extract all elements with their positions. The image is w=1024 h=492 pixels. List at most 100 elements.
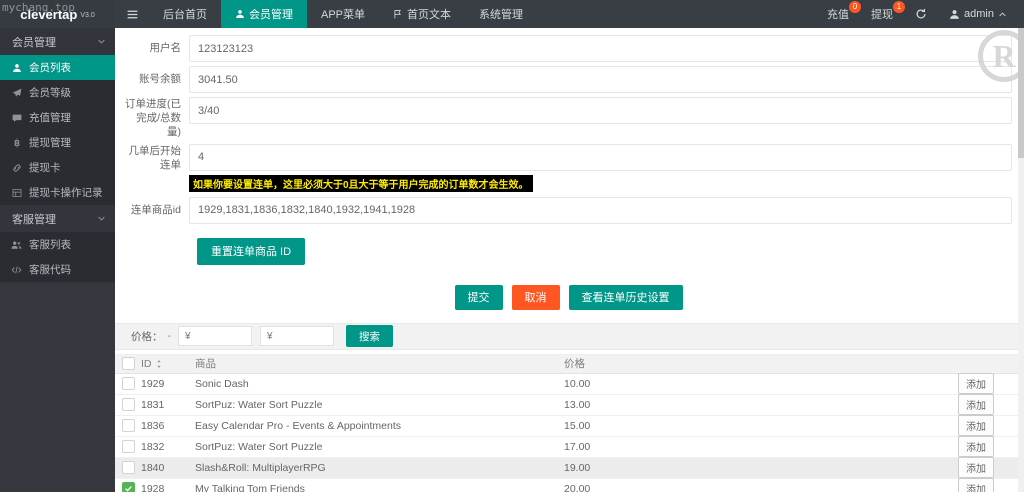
user-edit-form: 用户名账号余额订单进度(已完成/总数量)几单后开始连单如果你要设置连单，这里必须… [115,28,1018,310]
nav-item-label: APP菜单 [321,6,365,22]
comment-icon [10,113,23,123]
nav-item-label: 会员管理 [249,6,293,22]
field-warning-note: 如果你要设置连单，这里必须大于0且大于等于用户完成的订单数才会生效。 [189,175,533,192]
product-id-cell: 1840 [141,462,195,474]
product-id-cell: 1831 [141,399,195,411]
form-action-button[interactable]: 查看连单历史设置 [569,285,683,310]
nav-item[interactable]: 会员管理 [221,0,307,28]
sidebar-section-label: 会员管理 [12,34,56,50]
field-input[interactable] [189,66,1012,93]
field-input[interactable] [189,35,1012,62]
price-max-input[interactable] [260,326,334,346]
chevron-down-icon [97,37,106,46]
price-filter-bar: 价格： - 搜索 [115,323,1018,350]
sidebar-item[interactable]: 提现卡操作记录 [0,180,115,205]
field-label: 账号余额 [125,66,189,93]
product-id-cell: 1929 [141,378,195,390]
product-price-cell: 15.00 [564,420,926,432]
table-row: 1929Sonic Dash10.00添加 [115,374,1018,395]
row-checkbox[interactable] [122,377,135,390]
reset-chain-products-button[interactable]: 重置连单商品 ID [197,238,305,265]
row-checkbox[interactable] [122,461,135,474]
header-checkbox-cell [115,357,141,370]
product-name-cell: Slash&Roll: MultiplayerRPG [195,462,564,474]
sidebar-item-label: 会员等级 [29,85,71,100]
table-body: 1929Sonic Dash10.00添加 1831 SortPuz: Water … [115,374,1018,492]
add-button[interactable]: 添加 [958,478,994,492]
field-input[interactable] [189,197,1012,224]
add-button[interactable]: 添加 [958,415,994,436]
scrollbar-thumb[interactable] [1018,28,1024,158]
baht-icon: B [10,138,23,148]
menu-toggle-icon[interactable] [115,0,149,28]
field-label: 几单后开始连单 [125,144,189,172]
add-button[interactable]: 添加 [958,373,994,394]
refresh-button[interactable] [904,0,938,28]
sidebar-item[interactable]: 充值管理 [0,105,115,130]
sidebar-item-label: 提现管理 [29,135,71,150]
row-checkbox[interactable] [122,440,135,453]
send-icon [10,88,23,98]
field-input[interactable] [189,97,1012,124]
product-id-cell: 1832 [141,441,195,453]
form-action-button[interactable]: 提交 [455,285,503,310]
app-version: V3.0 [80,12,94,19]
admin-menu[interactable]: admin [938,0,1018,28]
recharge-label: 充值 [827,6,849,22]
sidebar-item[interactable]: 会员等级 [0,80,115,105]
product-name-cell: My Talking Tom Friends [195,483,564,492]
table-row: 1840Slash&Roll: MultiplayerRPG19.00 添加 [115,458,1018,479]
add-button[interactable]: 添加 [958,457,994,478]
field-label: 连单商品id [125,197,189,224]
select-all-checkbox[interactable] [122,357,135,370]
records-icon [10,188,23,198]
sidebar-section-header[interactable]: 客服管理 [0,205,115,232]
row-checkbox[interactable] [122,398,135,411]
nav-item-label: 首页文本 [407,6,451,22]
row-checkbox[interactable] [122,482,135,492]
field-input[interactable] [189,144,1012,171]
header-id-cell[interactable]: ID [141,358,195,370]
nav-item-label: 后台首页 [163,6,207,22]
user-icon [949,9,960,20]
withdraw-link[interactable]: 提现 1 [860,0,904,28]
form-row: 用户名 [125,35,1012,62]
chevron-down-icon [97,214,106,223]
add-button[interactable]: 添加 [958,436,994,457]
nav-item[interactable]: 首页文本 [379,0,465,28]
sidebar-section-header[interactable]: 会员管理 [0,28,115,55]
product-price-cell: 19.00 [564,462,926,474]
app-logo-text: clevertap [20,7,77,22]
sidebar-item[interactable]: 客服列表 [0,232,115,257]
sidebar-item[interactable]: B 提现管理 [0,130,115,155]
sidebar-item-label: 客服列表 [29,237,71,252]
product-name-cell: SortPuz: Water Sort Puzzle [195,441,564,453]
price-min-input[interactable] [178,326,252,346]
withdraw-label: 提现 [871,6,893,22]
admin-username: admin [964,8,994,20]
link-icon [10,163,23,173]
sidebar-item[interactable]: 提现卡 [0,155,115,180]
nav-item[interactable]: 后台首页 [149,0,221,28]
sort-icon[interactable] [155,359,163,369]
recharge-link[interactable]: 充值 0 [816,0,860,28]
row-checkbox[interactable] [122,419,135,432]
scrollbar[interactable] [1018,28,1024,492]
nav-item[interactable]: 系统管理 [465,0,537,28]
person-icon [10,63,23,73]
table-row: 1832SortPuz: Water Sort Puzzle17.00添加 [115,437,1018,458]
table-row: 1928My Talking Tom Friends20.00添加 [115,479,1018,492]
app-logo[interactable]: clevertap V3.0 [0,0,115,28]
field-label: 订单进度(已完成/总数量) [125,97,189,140]
products-table: ID 商品 价格 1929Sonic Dash10.00添加1831SortPu… [115,354,1018,492]
code-icon [10,265,23,275]
product-name-cell: Sonic Dash [195,378,564,390]
sidebar-item[interactable]: 会员列表 [0,55,115,80]
search-button[interactable]: 搜索 [346,325,393,347]
add-button[interactable]: 添加 [958,394,994,415]
refresh-icon [915,8,927,20]
sidebar-item[interactable]: 客服代码 [0,257,115,282]
form-row: 几单后开始连单如果你要设置连单，这里必须大于0且大于等于用户完成的订单数才会生效… [125,144,1012,193]
nav-item[interactable]: APP菜单 [307,0,379,28]
form-action-button[interactable]: 取消 [512,285,560,310]
